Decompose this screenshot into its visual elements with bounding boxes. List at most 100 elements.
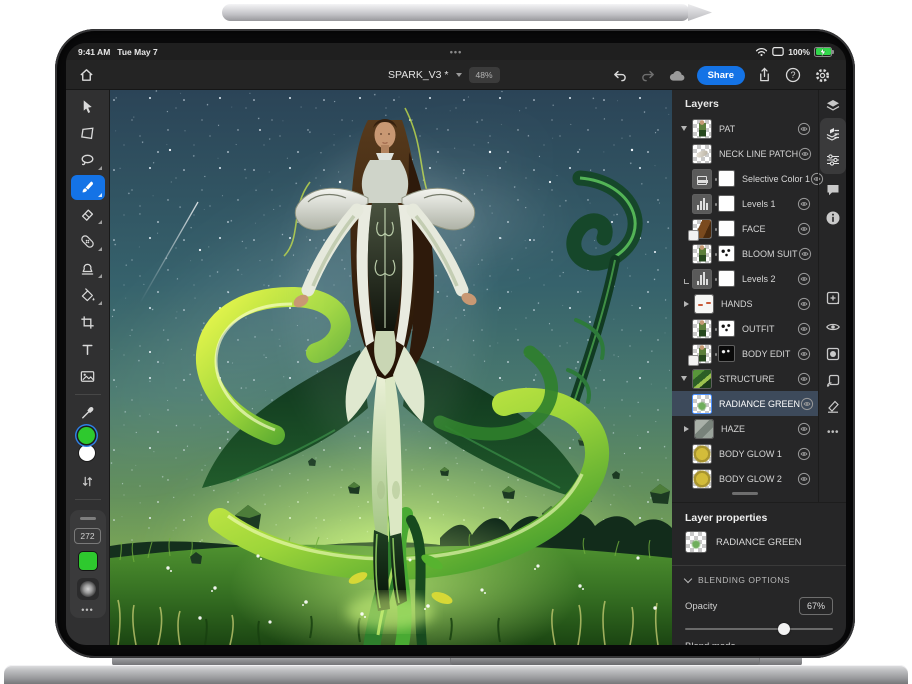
layer-thumbnail[interactable]: [692, 394, 712, 414]
share-button[interactable]: Share: [697, 66, 745, 85]
visibility-eye-icon[interactable]: [797, 222, 811, 236]
fill-tool[interactable]: [66, 282, 110, 309]
mask-rail-button[interactable]: [819, 342, 846, 366]
visibility-eye-icon[interactable]: [797, 372, 811, 386]
group-thumbnail[interactable]: [694, 419, 714, 439]
layer-row-face[interactable]: FACE: [672, 216, 818, 241]
layer-row-body-glow-2[interactable]: BODY GLOW 2: [672, 466, 818, 491]
layer-row-bloom-suit[interactable]: BLOOM SUIT: [672, 241, 818, 266]
zoom-level-badge[interactable]: 48%: [469, 67, 500, 83]
layer-row-outfit[interactable]: OUTFIT: [672, 316, 818, 341]
more-options-icon[interactable]: •••: [81, 608, 93, 612]
layer-row-levels-2[interactable]: Levels 2: [672, 266, 818, 291]
layer-thumbnail[interactable]: [692, 119, 712, 139]
visibility-rail-button[interactable]: [819, 315, 846, 339]
layer-thumbnail[interactable]: [692, 219, 712, 239]
layer-mask-thumbnail[interactable]: [718, 345, 735, 362]
group-thumbnail[interactable]: [694, 294, 714, 314]
adjustments-rail-button[interactable]: [819, 148, 846, 172]
group-thumbnail[interactable]: [692, 369, 712, 389]
visibility-eye-icon[interactable]: [797, 472, 811, 486]
collapse-triangle-icon[interactable]: [684, 426, 689, 432]
swap-colors-button[interactable]: [66, 468, 110, 495]
title-chevron-icon[interactable]: [456, 73, 462, 77]
color-well[interactable]: [66, 426, 110, 468]
layer-row-structure[interactable]: STRUCTURE: [672, 366, 818, 391]
layer-row-hands[interactable]: HANDS: [672, 291, 818, 316]
brush-size-field[interactable]: 272: [74, 528, 101, 544]
slider-track[interactable]: [685, 628, 833, 630]
adjustment-thumbnail[interactable]: [692, 194, 712, 214]
layer-mask-thumbnail[interactable]: [718, 220, 735, 237]
visibility-eye-icon[interactable]: [800, 397, 814, 411]
healing-brush-tool[interactable]: [66, 228, 110, 255]
clone-stamp-tool[interactable]: [66, 255, 110, 282]
place-photo-tool[interactable]: [66, 363, 110, 390]
collapse-triangle-icon[interactable]: [684, 301, 689, 307]
background-color-swatch[interactable]: [79, 445, 95, 461]
visibility-eye-icon[interactable]: [797, 197, 811, 211]
foreground-color-swatch[interactable]: [78, 427, 95, 444]
brush-color-swatch[interactable]: [79, 552, 97, 570]
visibility-eye-icon[interactable]: [797, 422, 811, 436]
layer-thumbnail[interactable]: [692, 319, 712, 339]
adjustment-thumbnail[interactable]: [692, 269, 712, 289]
move-tool[interactable]: [66, 93, 110, 120]
layer-mask-thumbnail[interactable]: [718, 195, 735, 212]
settings-button[interactable]: [812, 65, 832, 85]
visibility-eye-icon[interactable]: [797, 297, 811, 311]
undo-button[interactable]: [610, 65, 630, 85]
slider-knob[interactable]: [778, 623, 790, 635]
layer-mask-thumbnail[interactable]: [718, 320, 735, 337]
panel-drag-handle[interactable]: [732, 492, 758, 495]
collapse-triangle-icon[interactable]: [681, 376, 687, 381]
clip-mask-rail-button[interactable]: [819, 369, 846, 393]
visibility-eye-icon[interactable]: [797, 347, 811, 361]
layer-row-haze[interactable]: HAZE: [672, 416, 818, 441]
blending-options-section[interactable]: BLENDING OPTIONS: [685, 575, 790, 585]
comments-rail-button[interactable]: [819, 178, 846, 202]
brush-tool[interactable]: [66, 174, 110, 201]
help-button[interactable]: ?: [783, 65, 803, 85]
lasso-tool[interactable]: [66, 147, 110, 174]
layer-row-neck-line-patch[interactable]: NECK LINE PATCH: [672, 141, 818, 166]
layer-row-body-glow-1[interactable]: BODY GLOW 1: [672, 441, 818, 466]
layer-row-radiance-green[interactable]: RADIANCE GREEN: [672, 391, 818, 416]
more-rail-button[interactable]: •••: [819, 420, 846, 444]
cloud-sync-button[interactable]: [668, 65, 688, 85]
layer-thumbnail[interactable]: [692, 444, 712, 464]
eyedropper-tool[interactable]: [66, 399, 110, 426]
eraser-tool[interactable]: [66, 201, 110, 228]
opacity-value-field[interactable]: 67%: [799, 597, 833, 615]
visibility-eye-icon[interactable]: [797, 447, 811, 461]
info-rail-button[interactable]: [819, 206, 846, 230]
layer-mask-thumbnail[interactable]: [718, 170, 735, 187]
layer-row-pat[interactable]: PAT: [672, 116, 818, 141]
layer-mask-thumbnail[interactable]: [718, 270, 735, 287]
add-layer-button[interactable]: [819, 286, 846, 310]
home-button[interactable]: [74, 64, 98, 86]
layer-thumbnail[interactable]: [692, 469, 712, 489]
visibility-eye-icon[interactable]: [797, 322, 811, 336]
visibility-eye-icon[interactable]: [797, 122, 811, 136]
layer-styles-rail-button[interactable]: [819, 394, 846, 418]
layer-mask-thumbnail[interactable]: [718, 245, 735, 262]
redo-button[interactable]: [639, 65, 659, 85]
type-tool[interactable]: [66, 336, 110, 363]
transform-tool[interactable]: [66, 120, 110, 147]
layer-thumbnail[interactable]: [692, 244, 712, 264]
crop-tool[interactable]: [66, 309, 110, 336]
brush-tip-preview[interactable]: [77, 578, 99, 600]
layers-rail-button[interactable]: [819, 94, 846, 118]
layer-row-body-edit[interactable]: BODY EDIT: [672, 341, 818, 366]
export-button[interactable]: [754, 65, 774, 85]
layer-row-selective-color-1[interactable]: Selective Color 1: [672, 166, 818, 191]
visibility-eye-icon[interactable]: [798, 147, 812, 161]
collapse-triangle-icon[interactable]: [681, 126, 687, 131]
visibility-eye-icon[interactable]: [798, 247, 812, 261]
layer-thumbnail[interactable]: [692, 344, 712, 364]
layer-list-rail-button[interactable]: [819, 122, 846, 146]
options-handle[interactable]: [80, 517, 96, 520]
adjustment-thumbnail[interactable]: [692, 169, 712, 189]
canvas-artwork[interactable]: [110, 90, 672, 645]
